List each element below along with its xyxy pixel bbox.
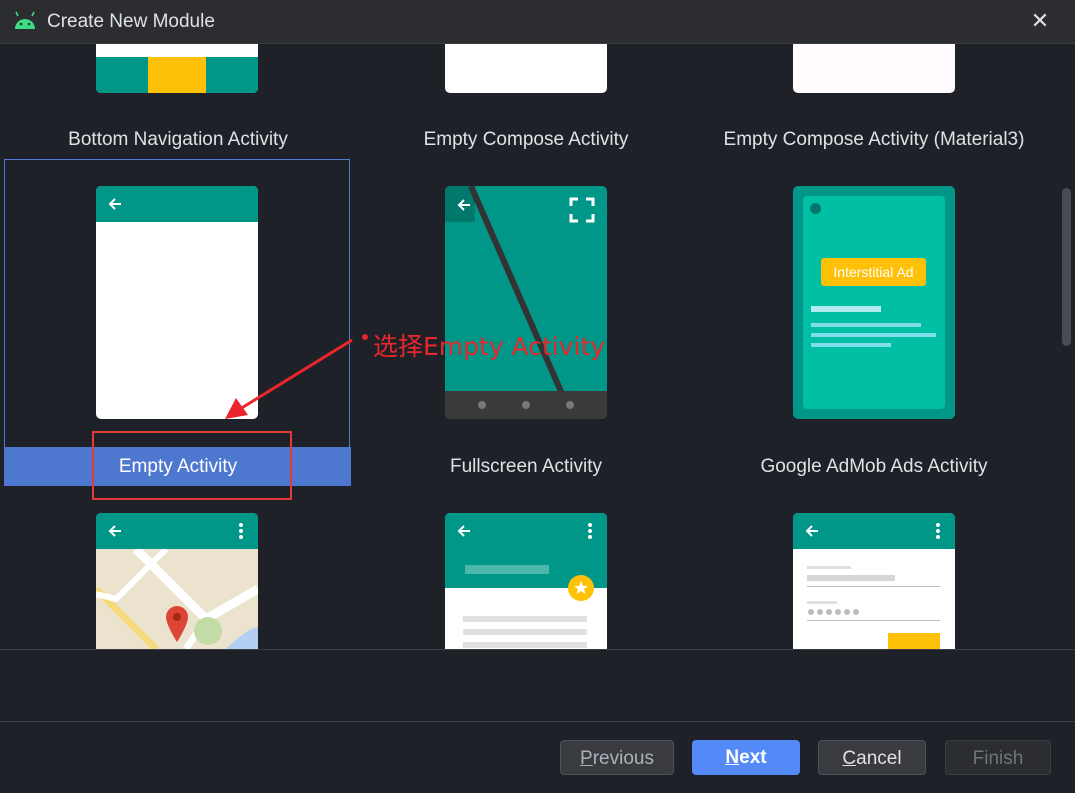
dialog-title: Create New Module [47,11,215,32]
back-arrow-icon [805,525,818,537]
android-icon [15,11,35,29]
gallery-divider [0,649,1075,650]
more-vert-icon [588,523,592,539]
back-arrow-icon [108,198,121,210]
previous-mnemonic: P [580,748,593,769]
template-thumb-login[interactable] [793,513,955,649]
back-arrow-icon [457,525,470,537]
previous-button[interactable]: Previous [560,740,674,775]
template-thumb-empty-compose[interactable] [445,44,607,93]
more-vert-icon [239,523,243,539]
create-module-dialog: Create New Module ✕ Bottom Navigation Ac… [0,0,1075,793]
gallery-scrollbar[interactable] [1060,44,1075,649]
template-thumb-fullscreen[interactable] [445,186,607,419]
annotation-highlight-box [92,431,292,500]
close-icon[interactable]: ✕ [1026,6,1054,36]
password-dots [808,609,859,615]
previous-label: revious [592,748,654,769]
next-mnemonic: N [725,747,740,768]
template-label-bottom-navigation[interactable]: Bottom Navigation Activity [4,129,352,151]
template-label-fullscreen[interactable]: Fullscreen Activity [352,456,700,478]
star-icon [568,575,594,601]
template-label-empty-compose-material3[interactable]: Empty Compose Activity (Material3) [700,129,1048,151]
template-thumb-empty-compose-material3[interactable] [793,44,955,93]
annotation-dot [362,334,368,340]
template-thumb-empty-activity[interactable] [96,186,258,419]
cancel-label: ancel [856,748,902,769]
title-bar: Create New Module ✕ [0,0,1075,44]
annotation-text: 选择Empty Activity [373,332,606,361]
back-arrow-icon [108,525,121,537]
template-thumb-bottom-navigation[interactable] [96,44,258,93]
template-thumb-google-maps[interactable] [96,513,258,649]
cancel-button[interactable]: Cancel [818,740,926,775]
gallery-scrollbar-thumb[interactable] [1062,188,1071,346]
template-label-admob[interactable]: Google AdMob Ads Activity [700,456,1048,478]
template-thumb-scrolling[interactable] [445,513,607,649]
back-arrow-icon [457,199,470,211]
map-pin-icon [166,606,188,642]
interstitial-ad-badge: Interstitial Ad [821,258,926,286]
more-vert-icon [936,523,940,539]
template-label-empty-compose[interactable]: Empty Compose Activity [352,129,700,151]
fullscreen-icon [569,197,595,223]
cancel-mnemonic: C [842,748,857,769]
next-button[interactable]: Next [692,740,800,775]
template-thumb-admob[interactable]: Interstitial Ad [793,186,955,419]
next-label: ext [739,747,767,768]
footer-divider [0,721,1075,722]
finish-button: Finish [945,740,1051,775]
